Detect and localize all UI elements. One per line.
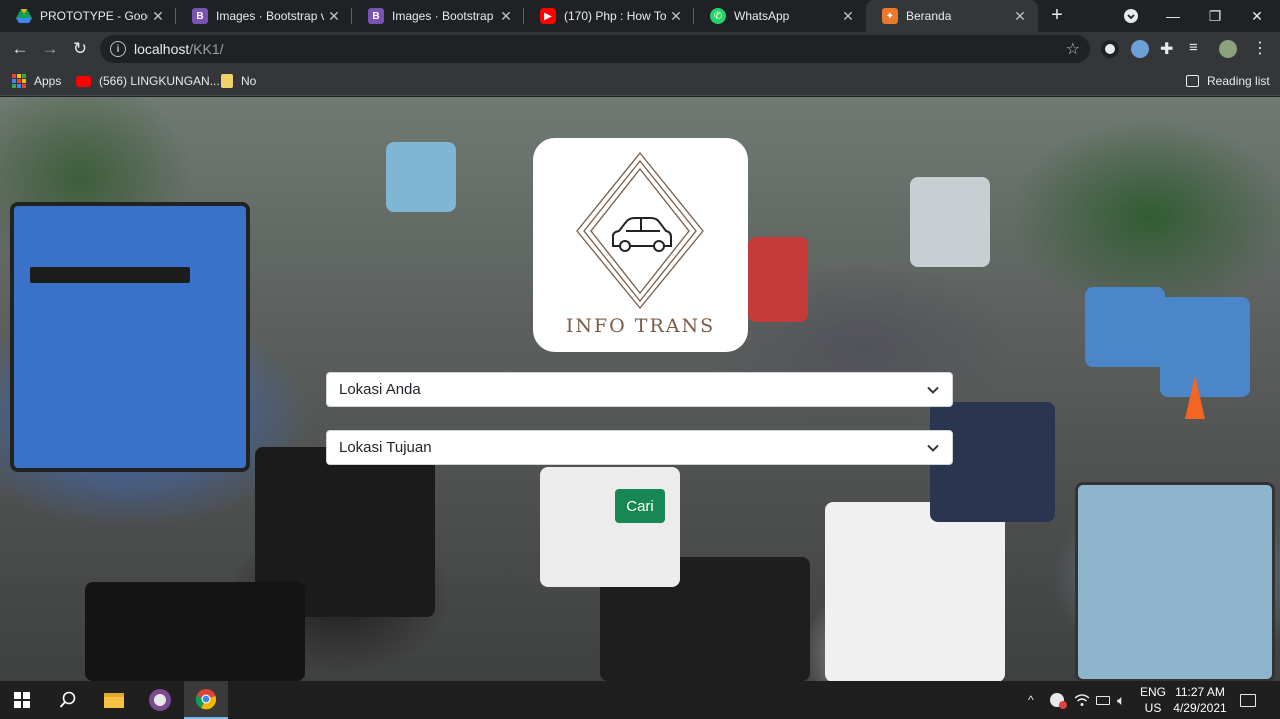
menu-kebab-icon[interactable]: ⋮ <box>1252 38 1270 57</box>
wifi-icon[interactable] <box>1074 681 1090 719</box>
destination-location-value: Lokasi Tujuan <box>339 439 432 456</box>
background-bajaj <box>1085 287 1165 367</box>
url-host: localhost <box>134 41 190 57</box>
windows-start-icon[interactable] <box>0 681 44 719</box>
youtube-icon <box>76 75 91 87</box>
background-bus-sign <box>30 267 190 283</box>
background-minibus <box>386 142 456 212</box>
tab-search-icon[interactable] <box>1110 0 1152 32</box>
logo-card: INFO TRANS <box>533 138 748 352</box>
whatsapp-icon: ✆ <box>710 8 726 24</box>
reading-list-icon <box>1186 75 1199 87</box>
extension-record-icon[interactable] <box>1101 40 1119 58</box>
taskbar-search-icon[interactable] <box>46 681 90 719</box>
page-icon: ✦ <box>882 8 898 24</box>
bookmark-folder-no[interactable]: No <box>221 72 256 90</box>
keyboard-layout: US <box>1144 701 1162 715</box>
tab-prototype[interactable]: PROTOTYPE - Google ✕ <box>0 0 176 32</box>
extension-cursor-icon[interactable] <box>1131 40 1149 58</box>
browser-toolbar: ← → ↻ i localhost/KK1/ ☆ ✚ ≡ ⋮ <box>0 32 1280 66</box>
battery-icon[interactable] <box>1096 681 1110 719</box>
tab-title: Images · Bootstrap v4. <box>392 9 496 23</box>
notification-center-icon[interactable] <box>1240 681 1256 719</box>
apps-grid-icon <box>12 74 26 88</box>
tab-title: WhatsApp <box>734 9 790 23</box>
background-bajaj <box>1160 297 1250 397</box>
origin-location-value: Lokasi Anda <box>339 381 421 398</box>
window-close-icon[interactable]: ✕ <box>1236 0 1278 32</box>
forward-arrow-icon[interactable]: → <box>38 37 62 61</box>
bookmark-apps[interactable]: Apps <box>12 72 61 90</box>
background-white-car <box>825 502 1005 681</box>
tab-strip: PROTOTYPE - Google ✕ B Images · Bootstra… <box>0 0 1280 32</box>
show-hidden-icons[interactable]: ^ <box>1028 681 1034 719</box>
bootstrap-icon: B <box>368 8 384 24</box>
site-info-icon[interactable]: i <box>110 41 126 57</box>
profile-avatar[interactable] <box>1219 40 1237 58</box>
bookmark-label: (566) LINGKUNGAN... <box>99 74 220 88</box>
close-tab-icon[interactable]: ✕ <box>148 8 168 25</box>
origin-location-select[interactable]: Lokasi Anda <box>326 372 953 407</box>
volume-icon[interactable]: 🔈︎ <box>1117 681 1125 719</box>
background-traffic-cone <box>1185 375 1205 419</box>
url-path: /KK1/ <box>189 41 224 57</box>
page-background: INFO TRANS Lokasi Anda Lokasi Tujuan Car… <box>0 97 1280 681</box>
network-status-icon[interactable] <box>1050 681 1067 719</box>
obs-icon[interactable] <box>138 681 182 719</box>
google-drive-icon <box>16 8 32 24</box>
bookmark-label: No <box>241 74 257 88</box>
background-bus <box>10 202 250 472</box>
language-indicator[interactable]: ENG US <box>1138 684 1168 716</box>
tab-title: Beranda <box>906 9 952 23</box>
url-text: localhost/KK1/ <box>134 41 224 57</box>
tab-whatsapp[interactable]: ✆ WhatsApp ✕ <box>694 0 866 32</box>
bookmarks-bar: Apps (566) LINGKUNGAN... No Reading list <box>0 66 1280 96</box>
background-van <box>910 177 990 267</box>
chevron-down-icon <box>927 386 939 394</box>
file-explorer-icon[interactable] <box>92 681 136 719</box>
bookmark-label: Apps <box>34 74 62 88</box>
media-control-icon[interactable]: ≡ <box>1189 39 1207 57</box>
tab-youtube[interactable]: ▶ (170) Php : How To Ge ✕ <box>524 0 694 32</box>
background-red-car <box>748 237 808 322</box>
chrome-taskbar-icon[interactable] <box>184 681 228 719</box>
reading-list-button[interactable]: Reading list <box>1186 72 1270 90</box>
restore-icon[interactable]: ❐ <box>1194 0 1236 32</box>
tab-bootstrap-v4[interactable]: B Images · Bootstrap v4. ✕ <box>352 0 524 32</box>
windows-taskbar: ^ 🔈︎ ENG US 11:27 AM 4/29/2021 <box>0 681 1280 719</box>
close-tab-icon[interactable]: ✕ <box>666 8 686 25</box>
extensions-puzzle-icon[interactable]: ✚ <box>1160 39 1178 58</box>
folder-icon <box>221 74 233 88</box>
minimize-icon[interactable]: — <box>1152 0 1194 32</box>
background-minibus <box>1075 482 1275 681</box>
destination-location-select[interactable]: Lokasi Tujuan <box>326 430 953 465</box>
bootstrap-icon: B <box>192 8 208 24</box>
tab-beranda[interactable]: ✦ Beranda ✕ <box>866 0 1038 32</box>
reload-icon[interactable]: ↻ <box>68 37 92 61</box>
background-black-car <box>85 582 305 681</box>
logo-text: INFO TRANS <box>565 315 716 337</box>
clock-date: 4/29/2021 <box>1173 701 1227 715</box>
close-tab-icon[interactable]: ✕ <box>496 8 516 25</box>
clock-time: 11:27 AM <box>1175 685 1225 699</box>
tab-title: PROTOTYPE - Google <box>40 9 148 23</box>
bookmark-lingkungan[interactable]: (566) LINGKUNGAN... <box>76 72 220 90</box>
tab-bootstrap-v5[interactable]: B Images · Bootstrap v5. ✕ <box>176 0 352 32</box>
new-tab-button[interactable]: + <box>1044 4 1070 28</box>
tab-title: (170) Php : How To Ge <box>564 9 666 23</box>
close-tab-icon[interactable]: ✕ <box>1010 8 1030 25</box>
youtube-icon: ▶ <box>540 8 556 24</box>
close-tab-icon[interactable]: ✕ <box>324 8 344 25</box>
address-bar[interactable]: i localhost/KK1/ ☆ <box>100 35 1090 63</box>
background-white-car <box>540 467 680 587</box>
system-clock[interactable]: 11:27 AM 4/29/2021 <box>1170 684 1230 716</box>
language-code: ENG <box>1139 685 1166 699</box>
close-tab-icon[interactable]: ✕ <box>838 8 858 25</box>
back-arrow-icon[interactable]: ← <box>8 37 32 61</box>
tab-title: Images · Bootstrap v5. <box>216 9 324 23</box>
chevron-down-icon <box>927 444 939 452</box>
search-button[interactable]: Cari <box>615 489 665 523</box>
reading-list-label: Reading list <box>1207 74 1270 88</box>
bookmark-star-icon[interactable]: ☆ <box>1066 39 1080 59</box>
